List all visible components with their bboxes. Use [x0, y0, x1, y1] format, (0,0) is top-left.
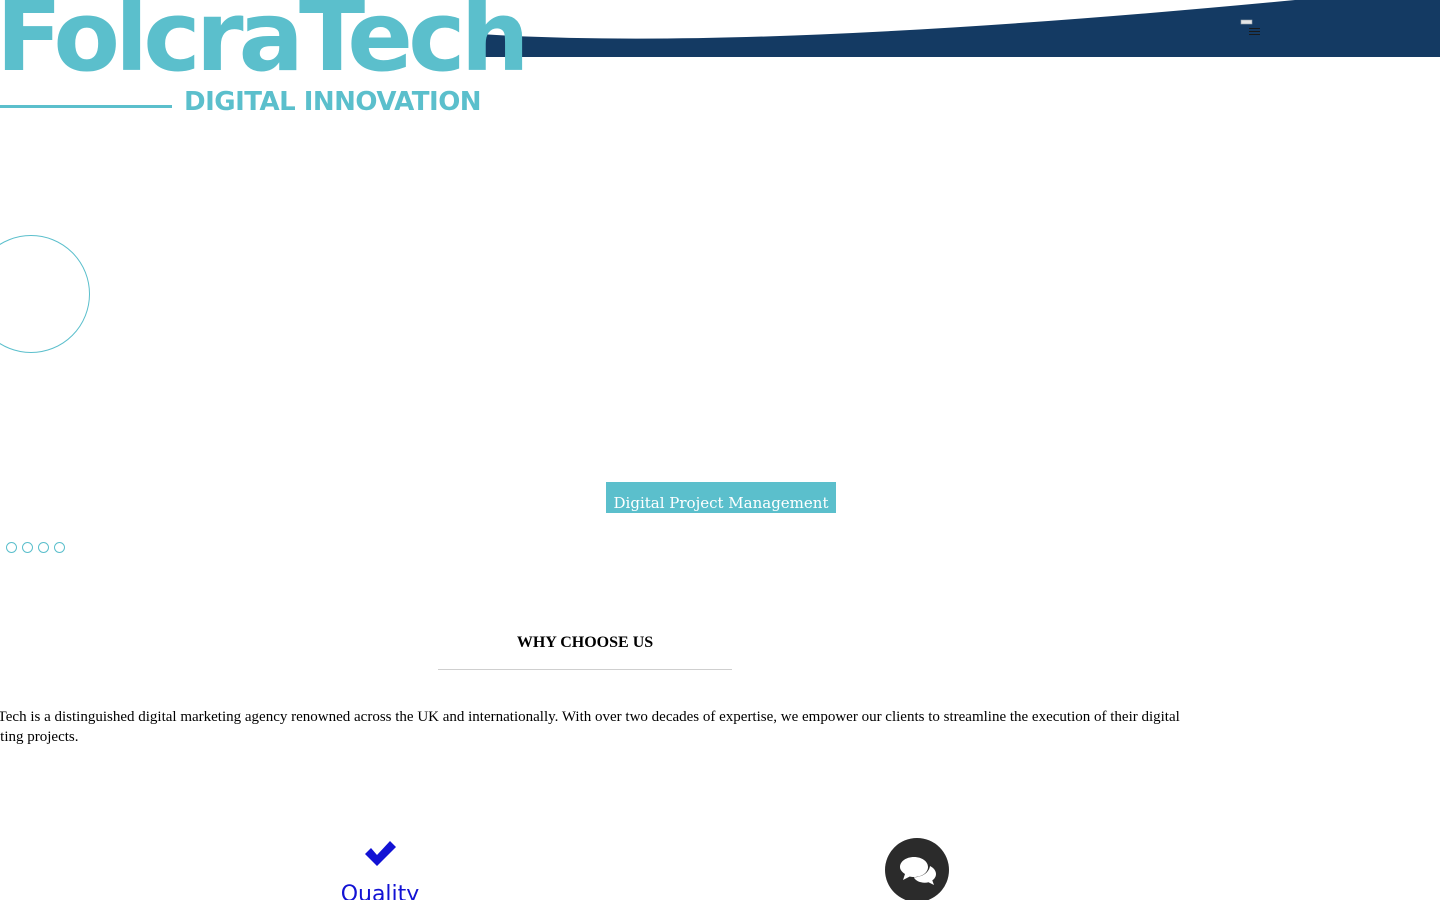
hero-decorative-circle: [0, 235, 90, 353]
company-intro-paragraph: raTech is a distinguished digital market…: [0, 709, 1180, 745]
brand-logo-wordmark: FolcraTech: [0, 0, 530, 93]
brand-logo[interactable]: FolcraTech DIGITAL INNOVATION: [0, 0, 530, 128]
why-choose-us-divider: [438, 669, 732, 670]
slider-dot-4[interactable]: [54, 542, 65, 553]
brand-logo-tagline: DIGITAL INNOVATION: [184, 87, 482, 117]
slider-pagination: [6, 542, 65, 554]
hamburger-icon: [1240, 19, 1260, 35]
chat-bubbles-icon: [900, 857, 936, 885]
slider-dot-2[interactable]: [22, 542, 33, 553]
check-icon: [365, 841, 396, 866]
slider-dot-1[interactable]: [6, 542, 17, 553]
menu-toggle-button[interactable]: [1238, 18, 1264, 38]
feature-quality: Quality: [320, 838, 440, 900]
feature-quality-label: Quality: [340, 882, 420, 900]
digital-project-management-button[interactable]: Digital Project Management: [606, 482, 836, 513]
chat-widget-button[interactable]: [885, 838, 949, 900]
why-choose-us-heading: WHY CHOOSE US: [516, 634, 654, 651]
brand-logo-rule: [0, 105, 172, 108]
slider-dot-3[interactable]: [38, 542, 49, 553]
